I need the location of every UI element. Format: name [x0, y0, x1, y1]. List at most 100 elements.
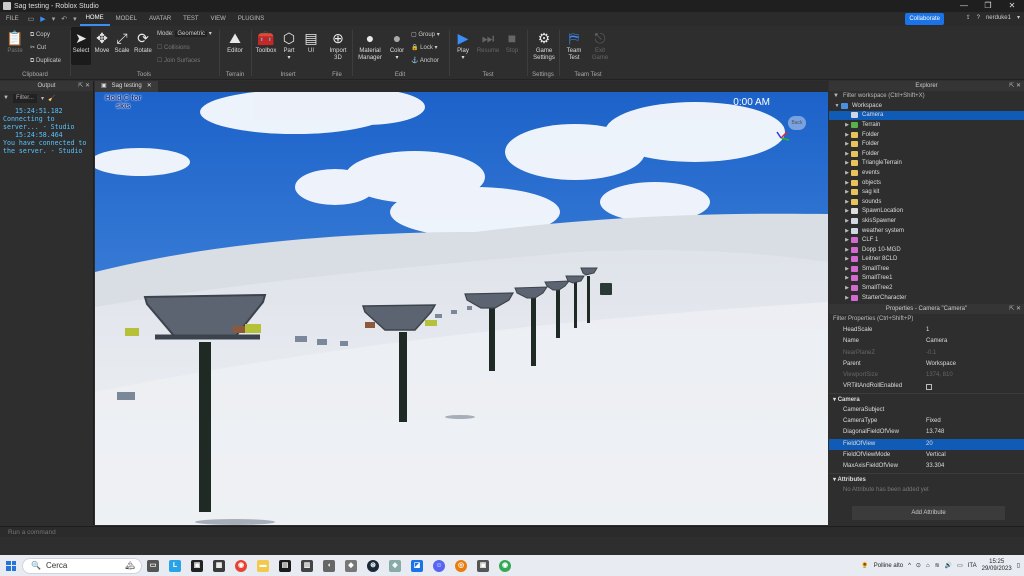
property-row[interactable]: NearPlaneZ -0.1	[829, 348, 1024, 359]
network-icon[interactable]: ⌂	[926, 563, 930, 569]
import-3d-button[interactable]: ⊕ Import 3D	[326, 30, 350, 62]
rotate-tool[interactable]: ⟳ Rotate	[132, 30, 154, 55]
property-value[interactable]: 1	[924, 325, 1024, 336]
chevron-right-icon[interactable]: ▶	[843, 122, 851, 128]
file-explorer-icon[interactable]: ▬	[257, 559, 269, 572]
chevron-right-icon[interactable]: ▶	[843, 295, 851, 301]
property-value[interactable]: Fixed	[924, 416, 1024, 427]
anchor-button[interactable]: ⚓ Anchor	[411, 57, 439, 65]
stop-button[interactable]: ■ Stop	[502, 30, 522, 55]
tab-model[interactable]: MODEL	[110, 12, 143, 26]
explorer-item[interactable]: ▶ SpawnLocation	[829, 207, 1024, 217]
property-value[interactable]: -0.1	[924, 348, 1024, 359]
undo-dropdown-icon[interactable]: ▾	[73, 15, 77, 23]
discord-icon[interactable]: ☺	[433, 559, 445, 572]
weather-icon[interactable]: 🌻	[861, 562, 868, 569]
explorer-item[interactable]: ▶ sounds	[829, 197, 1024, 207]
chevron-right-icon[interactable]: ▶	[843, 285, 851, 291]
windows-start-icon[interactable]	[6, 560, 16, 571]
exit-game-button[interactable]: ⎋ Exit Game	[588, 30, 612, 62]
chevron-right-icon[interactable]: ▶	[843, 256, 851, 262]
property-row[interactable]: DiagonalFieldOfView 13.748	[829, 427, 1024, 438]
property-row[interactable]: CameraType Fixed	[829, 416, 1024, 427]
minimize-button[interactable]: —	[952, 0, 976, 12]
ui-button[interactable]: ▤ UI	[302, 30, 320, 55]
output-filter-input[interactable]: Filter...	[12, 93, 37, 103]
chevron-right-icon[interactable]: ▶	[843, 275, 851, 281]
close-button[interactable]: ✕	[1000, 0, 1024, 12]
select-tool[interactable]: ➤ Select	[71, 27, 91, 65]
add-attribute-button[interactable]: Add Attribute	[852, 506, 1005, 520]
group-button[interactable]: ▢ Group ▾	[411, 31, 440, 39]
explorer-item[interactable]: ▶ Dopp 10-MGD	[829, 245, 1024, 255]
panel-controls[interactable]: ⇱ ✕	[78, 81, 90, 91]
maximize-button[interactable]: ❐	[976, 0, 1000, 12]
property-value[interactable]: 20	[924, 439, 1024, 450]
attributes-section-header[interactable]: ▾ Attributes	[829, 472, 1024, 485]
property-row[interactable]: CameraSubject	[829, 405, 1024, 416]
explorer-item[interactable]: Camera	[829, 110, 1024, 121]
clock-date[interactable]: 15:25 29/09/2023	[982, 559, 1012, 573]
app-dark-icon[interactable]: ▣	[191, 559, 203, 572]
property-row[interactable]: FieldOfViewMode Vertical	[829, 450, 1024, 461]
share-icon[interactable]: ⇪	[966, 13, 971, 23]
tab-avatar[interactable]: AVATAR	[143, 12, 177, 26]
explorer-item[interactable]: ▶ StarterCharacter	[829, 293, 1024, 303]
cut-button[interactable]: ✂ Cut	[30, 44, 46, 52]
property-row[interactable]: Name Camera	[829, 336, 1024, 347]
filter-icon[interactable]: ▼	[3, 95, 9, 101]
panel-controls[interactable]: ⇱ ✕	[1009, 81, 1021, 91]
explorer-item[interactable]: ▶ sag kit	[829, 187, 1024, 197]
explorer-item[interactable]: ▶ SmallTree2	[829, 283, 1024, 293]
explorer-item[interactable]: ▶ Folder	[829, 149, 1024, 159]
explorer-item[interactable]: ▶ Leitner 8CLD	[829, 255, 1024, 265]
chevron-right-icon[interactable]: ▶	[843, 151, 851, 157]
taskbar-search[interactable]: 🔍 Cerca 🏔	[22, 557, 142, 574]
mouse-app-icon[interactable]: ◖	[323, 559, 335, 572]
explorer-item[interactable]: ▶ CLF 1	[829, 235, 1024, 245]
property-row[interactable]: ViewportSize 1374, 810	[829, 370, 1024, 381]
task-view-icon[interactable]: ▭	[147, 559, 159, 572]
explorer-item[interactable]: ▶ TriangleTerrain	[829, 159, 1024, 169]
property-value[interactable]: 13.748	[924, 427, 1024, 438]
tab-test[interactable]: TEST	[177, 12, 204, 26]
tray-app-icon[interactable]: ⊙	[916, 562, 921, 569]
minecraft-icon[interactable]: ▦	[213, 559, 225, 572]
move-tool[interactable]: ✥ Move	[92, 30, 112, 55]
weather-text[interactable]: Polline alto	[874, 563, 903, 569]
app-icon[interactable]: ▥	[301, 559, 313, 572]
chevron-right-icon[interactable]: ▶	[843, 141, 851, 147]
quick-more-icon[interactable]: ▾	[52, 15, 56, 23]
game-settings-button[interactable]: ⚙ Game Settings	[530, 30, 558, 62]
roblox-studio-taskbar-icon[interactable]: ◪	[411, 559, 423, 572]
property-value[interactable]: Camera	[924, 336, 1024, 347]
battery-icon[interactable]: ▭	[957, 562, 963, 569]
view-back-button[interactable]: Back	[788, 116, 806, 130]
property-row[interactable]: VRTiltAndRollEnabled	[829, 381, 1024, 392]
mode-dropdown[interactable]: Mode: Geometric ▾	[157, 30, 212, 38]
chrome-icon[interactable]: ◉	[235, 559, 247, 572]
resume-button[interactable]: ⏭ Resume	[476, 30, 500, 55]
explorer-item[interactable]: ▶ SmallTree1	[829, 274, 1024, 284]
save-icon[interactable]: ▭	[28, 15, 35, 23]
app-icon[interactable]: ◈	[389, 559, 401, 572]
chevron-down-icon[interactable]: ▾	[1017, 13, 1020, 23]
tray-chevron-icon[interactable]: ^	[908, 563, 911, 569]
game-viewport[interactable]: Hold C for skis 0:00 AM Back	[95, 92, 828, 525]
duplicate-button[interactable]: ⧉ Duplicate	[30, 57, 61, 65]
explorer-item[interactable]: ▶ SmallTree	[829, 264, 1024, 274]
chevron-right-icon[interactable]: ▶	[843, 180, 851, 186]
property-value[interactable]: 1374, 810	[924, 370, 1024, 381]
language-indicator[interactable]: ITA	[968, 563, 977, 569]
chevron-right-icon[interactable]: ▶	[843, 132, 851, 138]
material-manager-button[interactable]: ● Material Manager	[355, 30, 385, 62]
explorer-item[interactable]: ▶ weather system	[829, 226, 1024, 236]
explorer-item[interactable]: ▶ Folder	[829, 130, 1024, 140]
undo-icon[interactable]: ↶	[61, 15, 67, 23]
app-icon[interactable]: ▤	[279, 559, 291, 572]
team-test-button[interactable]: ⛿ Team Test	[562, 30, 586, 62]
properties-filter-input[interactable]: Filter Properties (Ctrl+Shift+P)	[829, 314, 1024, 325]
chevron-right-icon[interactable]: ▶	[843, 189, 851, 195]
property-value[interactable]: 33.304	[924, 461, 1024, 472]
file-menu[interactable]: FILE	[0, 12, 25, 26]
